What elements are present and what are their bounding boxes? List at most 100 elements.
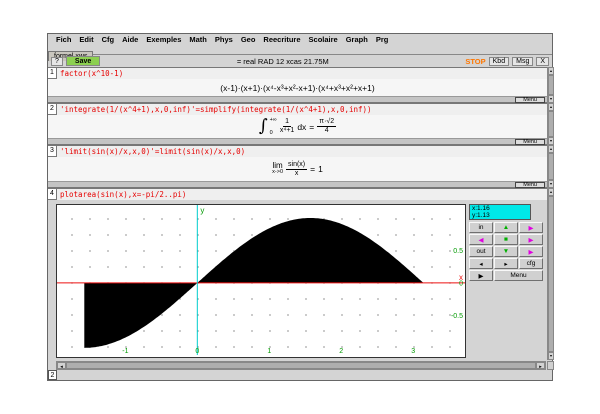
y-tick-label: 0.5 xyxy=(453,248,463,255)
x-axis-label: x xyxy=(459,273,463,282)
stop-button[interactable]: STOP xyxy=(465,57,485,66)
command-input-factor[interactable]: factor(x^10-1) xyxy=(57,69,123,78)
dx-symbol: dx xyxy=(297,122,306,132)
right-arrow-icon: ▶ xyxy=(529,224,534,232)
entry-separator-2: Menu xyxy=(48,138,547,145)
session-entry-4: 4 plotarea(sin(x),x=-pi/2..pi) -1 0 1 2 3 -0.… xyxy=(48,188,547,360)
menu-item-cfg[interactable]: Cfg xyxy=(102,35,115,44)
msg-button[interactable]: Msg xyxy=(512,57,533,66)
entry-3-scrollbar[interactable]: ▴ ▾ xyxy=(547,145,554,188)
x-tick-label: -1 xyxy=(122,348,128,355)
entry-1-scrollbar[interactable]: ▴ ▾ xyxy=(547,67,554,103)
limit-operator: lim x->0 xyxy=(272,162,283,176)
scrollbar-thumb[interactable] xyxy=(548,75,554,95)
fraction-denominator: x⁴+1 xyxy=(280,127,295,135)
scroll-down-icon[interactable]: ▾ xyxy=(548,95,554,103)
fraction-numerator: sin(x) xyxy=(286,161,307,170)
lim-approach: x->0 xyxy=(272,169,283,176)
x-tick-label: 1 xyxy=(267,348,271,355)
entry-number: 1 xyxy=(48,68,57,79)
scroll-up-icon[interactable]: ▴ xyxy=(548,145,554,153)
menu-item-prg[interactable]: Prg xyxy=(376,35,389,44)
y-tick-label: -0.5 xyxy=(451,313,463,320)
input-line-4: 4 plotarea(sin(x),x=-pi/2..pi) xyxy=(48,189,547,200)
y-axis-label: y xyxy=(200,206,204,215)
small-right-icon: ▸ xyxy=(504,260,507,268)
horizontal-scrollbar[interactable]: ◂ ▸ xyxy=(56,361,546,370)
pan-right-button[interactable]: ▶ xyxy=(519,234,543,245)
menu-item-edit[interactable]: Edit xyxy=(79,35,93,44)
session-level-indicator[interactable]: 2 xyxy=(48,370,57,380)
input-line-2: 2 'integrate(1/(x^4+1),x,0,inf)'=simplif… xyxy=(48,104,547,115)
close-button[interactable]: X xyxy=(536,57,549,66)
left-arrow-icon: ◀ xyxy=(479,236,484,244)
session-entry-1: 1 factor(x^10-1) (x-1)·(x+1)·(x⁴-x³+x²-x… xyxy=(48,67,547,103)
scroll-up-icon[interactable]: ▴ xyxy=(548,188,554,196)
integrand-fraction: 1 x⁴+1 xyxy=(280,118,295,135)
cursor-y-value: y:1.13 xyxy=(472,212,530,219)
result-fraction: π·√2 4 xyxy=(317,118,336,135)
prev-button[interactable]: ◂ xyxy=(469,258,493,269)
menu-item-math[interactable]: Math xyxy=(189,35,207,44)
entry-number: 2 xyxy=(48,104,57,115)
pan-left-button[interactable]: ◀ xyxy=(469,234,493,245)
zoom-out-button[interactable]: out xyxy=(469,246,493,257)
scrollbar-thumb[interactable] xyxy=(548,111,554,137)
help-button[interactable]: ? xyxy=(51,57,63,66)
menu-item-reecriture[interactable]: Reecriture xyxy=(263,35,300,44)
menu-item-fich[interactable]: Fich xyxy=(56,35,71,44)
equals-sign: = xyxy=(309,122,314,132)
pan-up-button[interactable]: ▲ xyxy=(494,222,518,233)
command-input-limit[interactable]: 'limit(sin(x)/x,x,0)'=limit(sin(x)/x,x,0… xyxy=(57,147,245,156)
menu-item-aide[interactable]: Aide xyxy=(122,35,138,44)
scroll-right-icon[interactable]: ▸ xyxy=(536,362,545,369)
menu-item-phys[interactable]: Phys xyxy=(215,35,233,44)
status-text[interactable]: = real RAD 12 xcas 21.75M xyxy=(237,57,329,66)
next-button[interactable]: ▸ xyxy=(494,258,518,269)
entry-4-scrollbar[interactable]: ▴ ▾ xyxy=(547,188,554,360)
command-input-plotarea[interactable]: plotarea(sin(x),x=-pi/2..pi) xyxy=(57,190,186,199)
x-tick-label: 0 xyxy=(195,348,199,355)
scroll-down-icon[interactable]: ▾ xyxy=(548,137,554,145)
equals-sign: = xyxy=(310,164,315,174)
scroll-down-icon[interactable]: ▾ xyxy=(548,352,554,360)
entry-number: 3 xyxy=(48,146,57,157)
graph-output: -10123-0.500.5xy x:1.16 y:1.13 in ▲ ▶ ◀ … xyxy=(48,200,547,360)
scroll-up-icon[interactable]: ▴ xyxy=(548,103,554,111)
cfg-button[interactable]: cfg xyxy=(519,258,543,269)
entry-2-scrollbar[interactable]: ▴ ▾ xyxy=(547,103,554,145)
scrollbar-thumb[interactable] xyxy=(66,362,536,369)
output-area-1: (x-1)·(x+1)·(x⁴-x³+x²-x+1)·(x⁴+x³+x²+x+1… xyxy=(48,79,547,96)
scrollbar-thumb[interactable] xyxy=(548,196,554,352)
step-right-button[interactable]: ▶ xyxy=(519,222,543,233)
lim-symbol: lim xyxy=(272,162,282,169)
play-button[interactable]: ▶ xyxy=(469,270,493,281)
center-button[interactable]: ■ xyxy=(494,234,518,245)
fraction-numerator: π·√2 xyxy=(317,118,336,127)
scroll-down-icon[interactable]: ▾ xyxy=(548,180,554,188)
plot-canvas[interactable]: -10123-0.500.5xy xyxy=(56,204,466,358)
menu-item-graph[interactable]: Graph xyxy=(346,35,368,44)
scroll-up-icon[interactable]: ▴ xyxy=(548,67,554,75)
graph-menu-button[interactable]: Menu xyxy=(494,270,543,281)
output-area-3: lim x->0 sin(x) x = 1 xyxy=(48,157,547,181)
save-button[interactable]: Save xyxy=(66,56,100,66)
plot-svg: -10123-0.500.5xy xyxy=(57,205,465,357)
menu-bar: Fich Edit Cfg Aide Exemples Math Phys Ge… xyxy=(48,34,552,45)
toolbar: ? Save = real RAD 12 xcas 21.75M STOP Kb… xyxy=(48,55,552,67)
tab-bar: formel.xws xyxy=(48,45,552,55)
menu-item-geo[interactable]: Geo xyxy=(241,35,256,44)
zoom-in-button[interactable]: in xyxy=(469,222,493,233)
x-tick-label: 2 xyxy=(339,348,343,355)
kbd-button[interactable]: Kbd xyxy=(489,57,509,66)
entry-separator-3: Menu xyxy=(48,181,547,188)
pan-down-button[interactable]: ▼ xyxy=(494,246,518,257)
menu-item-scolaire[interactable]: Scolaire xyxy=(309,35,338,44)
menu-item-exemples[interactable]: Exemples xyxy=(146,35,181,44)
scroll-left-icon[interactable]: ◂ xyxy=(57,362,66,369)
command-input-integrate[interactable]: 'integrate(1/(x^4+1),x,0,inf)'=simplify(… xyxy=(57,105,372,114)
x-tick-label: 3 xyxy=(411,348,415,355)
session-entry-2: 2 'integrate(1/(x^4+1),x,0,inf)'=simplif… xyxy=(48,103,547,145)
step-down-button[interactable]: ▶ xyxy=(519,246,543,257)
scrollbar-thumb[interactable] xyxy=(548,153,554,180)
